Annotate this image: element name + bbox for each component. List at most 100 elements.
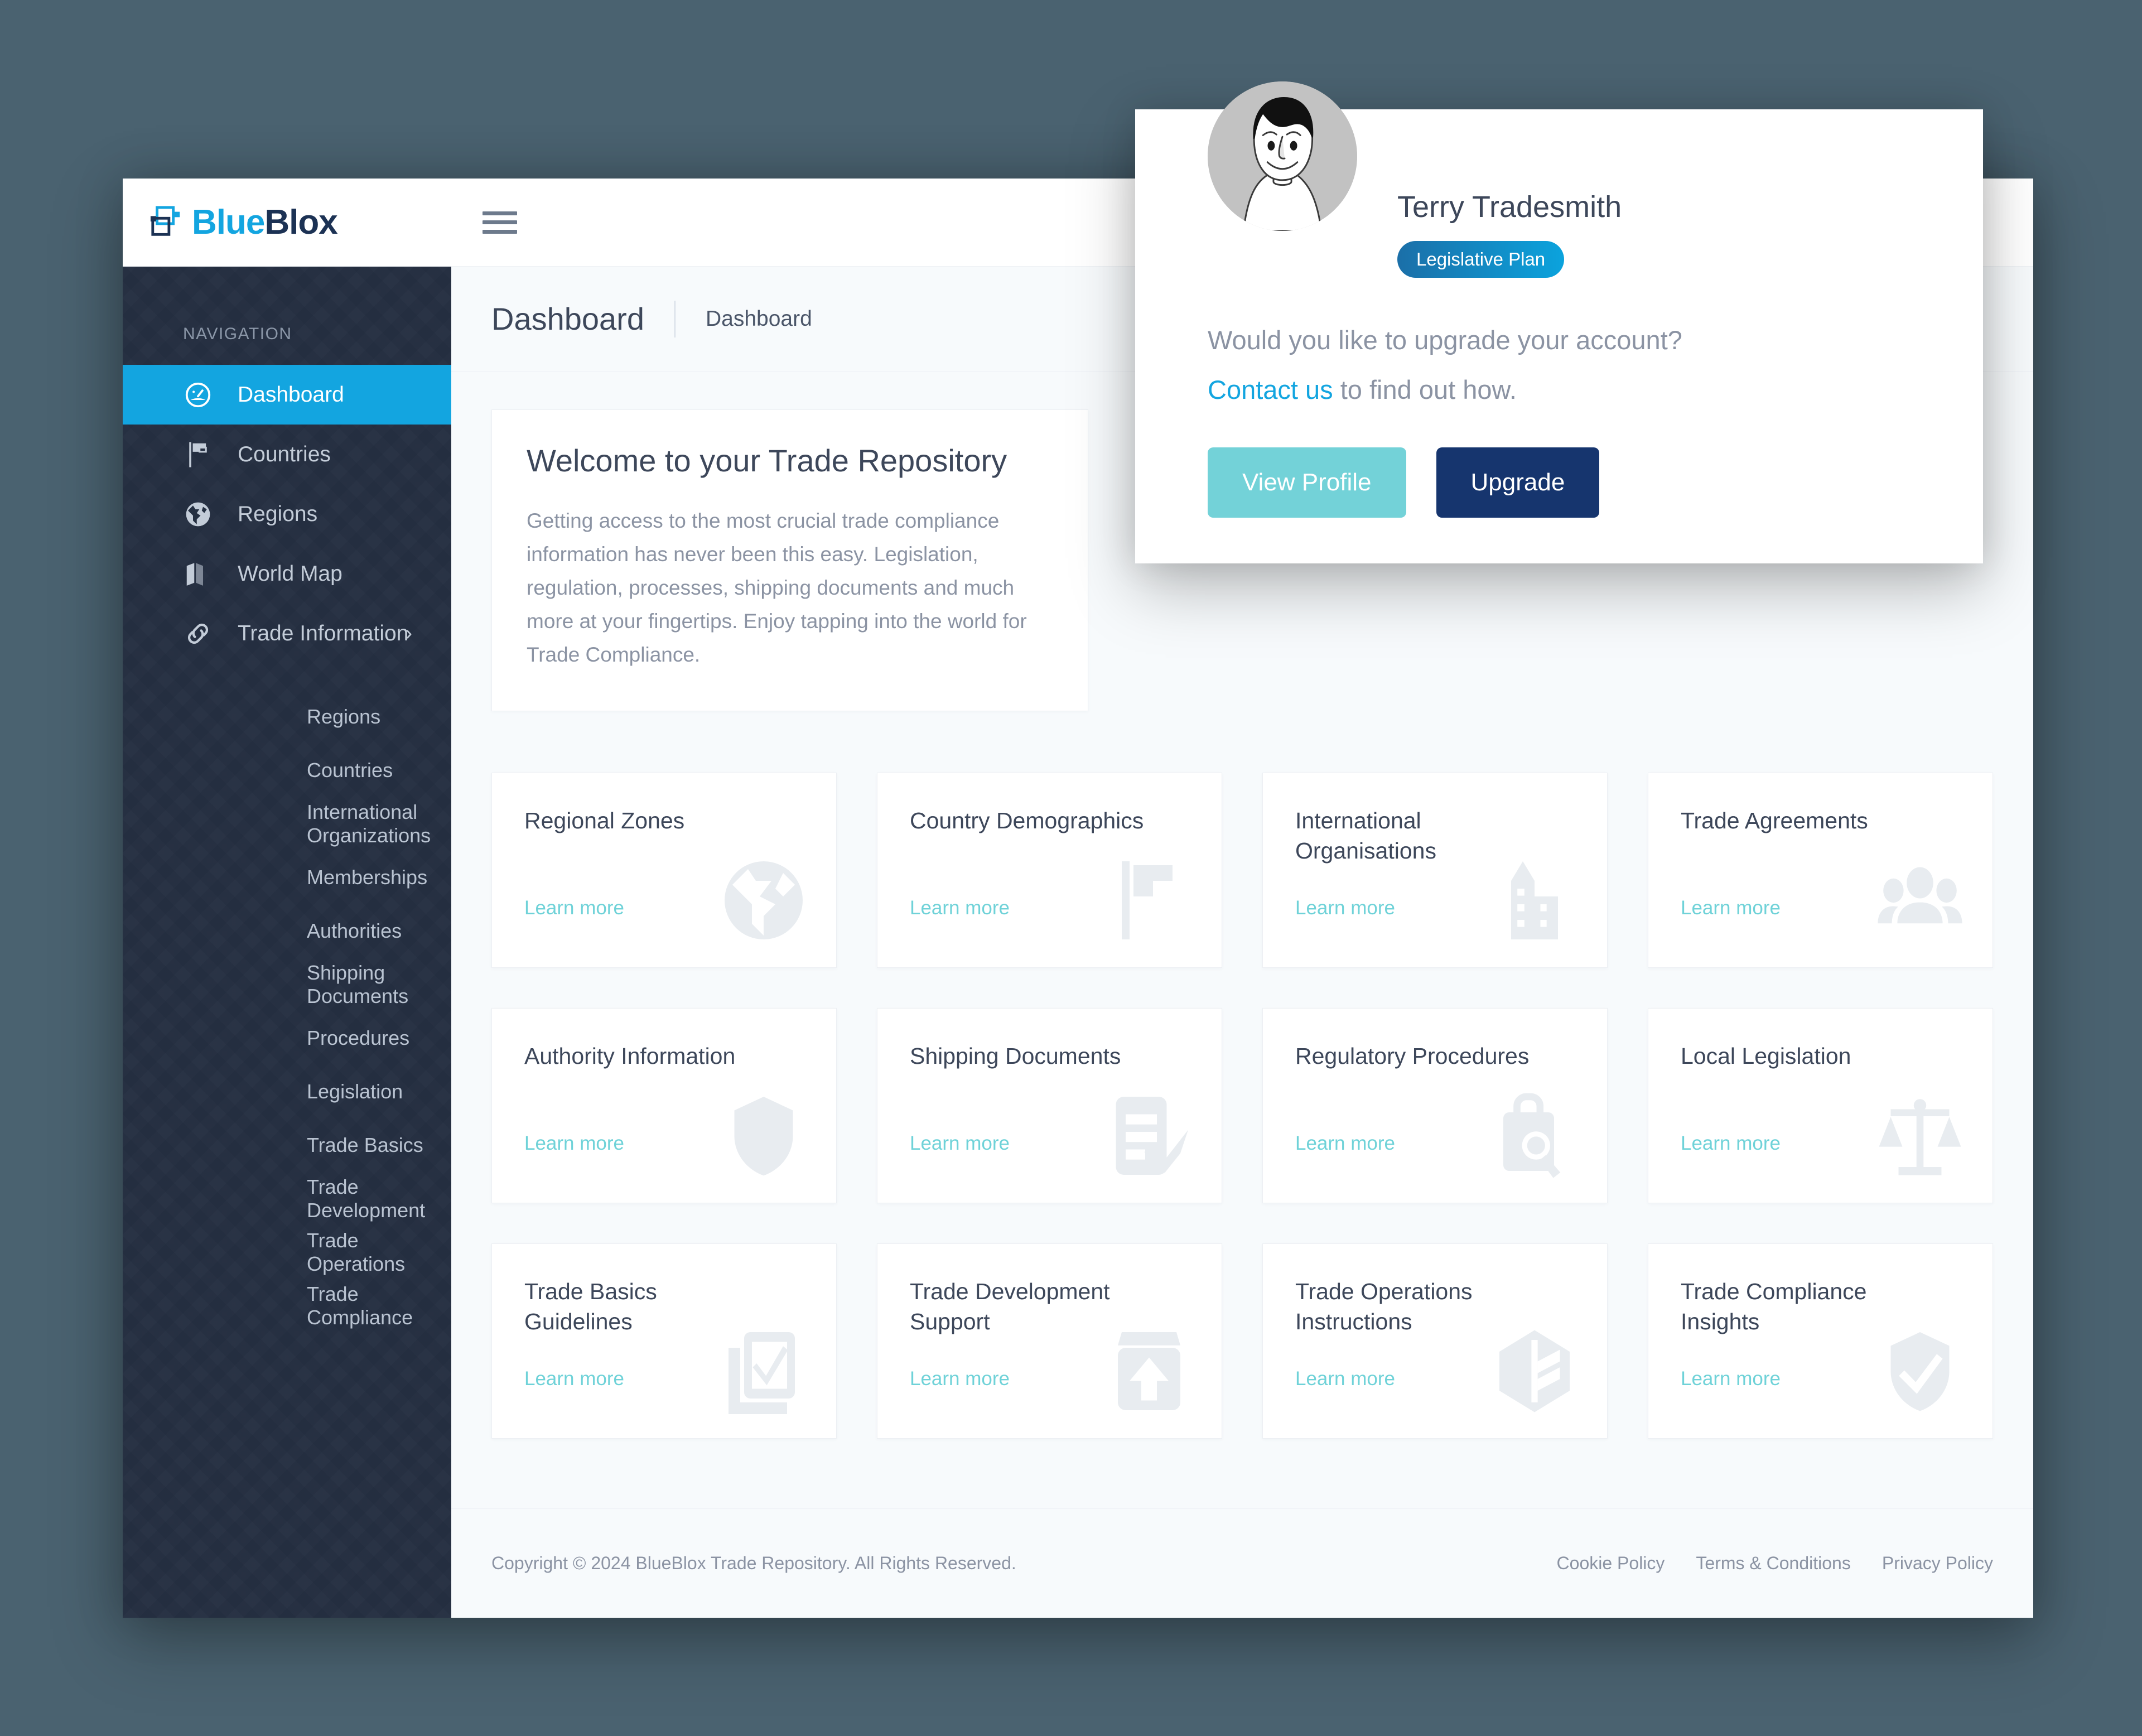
copyright-text: Copyright © 2024 BlueBlox Trade Reposito… [491,1553,1016,1573]
sidebar-item-label: Regions [238,501,318,526]
welcome-card: Welcome to your Trade Repository Getting… [491,409,1088,711]
popup-user-info: Terry Tradesmith Legislative Plan [1397,142,1622,278]
footer-link-terms-conditions[interactable]: Terms & Conditions [1696,1553,1850,1574]
learn-more-link[interactable]: Learn more [1681,1132,1781,1155]
view-profile-button[interactable]: View Profile [1208,447,1406,518]
sidebar-subitem-trade-compliance[interactable]: Trade Compliance [123,1279,451,1333]
card-regional-zones[interactable]: Regional Zones Learn more [491,772,837,968]
profile-popup: Terry Tradesmith Legislative Plan Would … [1135,81,1983,563]
sidebar-subitem-legislation[interactable]: Legislation [123,1065,451,1118]
learn-more-link[interactable]: Learn more [1681,897,1781,919]
contact-us-link[interactable]: Contact us [1208,375,1333,404]
hamburger-bar-3 [483,229,517,234]
card-title: Trade Development Support [910,1278,1110,1334]
card-trade-compliance-insights[interactable]: Trade Compliance Insights Learn more [1648,1243,1993,1439]
gauge-icon [183,380,213,410]
sidebar-subitem-international-organizations[interactable]: International Organizations [123,797,451,851]
card-trade-basics-guidelines[interactable]: Trade Basics Guidelines Learn more [491,1243,837,1439]
logo-text-blue: Blue [192,203,265,242]
chevron-right-icon: › [405,621,412,645]
plan-badge: Legislative Plan [1397,241,1565,278]
learn-more-link[interactable]: Learn more [910,1132,1010,1155]
footer: Copyright © 2024 BlueBlox Trade Reposito… [451,1508,2033,1618]
card-title: Trade Basics Guidelines [524,1278,657,1334]
contact-cta: Contact us to find out how. [1208,374,1911,405]
user-avatar-illustration-icon[interactable] [1208,81,1357,231]
learn-more-link[interactable]: Learn more [524,1368,624,1390]
sidebar-subitem-authorities[interactable]: Authorities [123,904,451,958]
building-icon [1488,853,1581,947]
page-title: Dashboard [491,301,644,336]
sidebar-item-label: Countries [238,442,331,466]
globe-icon [717,853,811,947]
welcome-title: Welcome to your Trade Repository [527,443,1007,478]
user-name: Terry Tradesmith [1397,190,1622,224]
popup-header: Terry Tradesmith Legislative Plan [1208,81,1911,278]
popup-actions: View Profile Upgrade [1208,447,1911,518]
learn-more-link[interactable]: Learn more [910,897,1010,919]
checkbox-card-icon [717,1324,811,1418]
learn-more-link[interactable]: Learn more [1295,1132,1395,1155]
sidebar-subitem-countries[interactable]: Countries [123,744,451,797]
sidebar-subitem-memberships[interactable]: Memberships [123,851,451,904]
brand-logo[interactable]: BlueBlox [123,179,451,266]
card-title: Trade Compliance Insights [1681,1278,1867,1334]
learn-more-link[interactable]: Learn more [1295,897,1395,919]
card-title: Country Demographics [910,807,1144,833]
learn-more-link[interactable]: Learn more [524,897,624,919]
learn-more-link[interactable]: Learn more [910,1368,1010,1390]
upgrade-button[interactable]: Upgrade [1436,447,1600,518]
sidebar-item-world-map[interactable]: World Map [123,544,451,604]
card-title: Regional Zones [524,807,685,833]
users-icon [1873,853,1967,947]
document-check-icon [1102,1089,1196,1183]
sidebar-item-trade-information[interactable]: Trade Information › [123,604,451,663]
card-regulatory-procedures[interactable]: Regulatory Procedures Learn more [1262,1007,1608,1203]
footer-link-privacy-policy[interactable]: Privacy Policy [1882,1553,1993,1574]
flag-icon [1102,853,1196,947]
sidebar-subitem-trade-operations[interactable]: Trade Operations [123,1226,451,1279]
card-trade-development-support[interactable]: Trade Development Support Learn more [877,1243,1222,1439]
breadcrumb: Dashboard [705,306,812,331]
card-title: Authority Information [524,1043,736,1069]
card-trade-agreements[interactable]: Trade Agreements Learn more [1648,772,1993,968]
sidebar-subitem-regions[interactable]: Regions [123,690,451,744]
footer-links: Cookie Policy Terms & Conditions Privacy… [1557,1553,1993,1574]
sidebar-item-dashboard[interactable]: Dashboard [123,365,451,425]
sidebar-subitem-trade-development[interactable]: Trade Development [123,1172,451,1226]
logo-text-dark: Blox [264,203,337,242]
hamburger-menu-icon[interactable] [483,208,517,237]
welcome-body: Getting access to the most crucial trade… [527,509,1027,666]
link-icon [183,619,213,649]
learn-more-link[interactable]: Learn more [524,1132,624,1155]
upload-box-icon [1102,1324,1196,1418]
sidebar-item-countries[interactable]: Countries [123,425,451,484]
sidebar-subitem-procedures[interactable]: Procedures [123,1011,451,1065]
sidebar-subitem-shipping-documents[interactable]: Shipping Documents [123,958,451,1011]
hamburger-bar-1 [483,211,517,215]
footer-link-cookie-policy[interactable]: Cookie Policy [1557,1553,1665,1574]
card-shipping-documents[interactable]: Shipping Documents Learn more [877,1007,1222,1203]
blueblox-logo-icon [149,205,184,240]
sidebar-item-label: World Map [238,561,342,586]
card-title: Trade Agreements [1681,807,1868,833]
card-title: International Organisations [1295,807,1436,864]
card-title: Regulatory Procedures [1295,1043,1530,1069]
cube-icon [1488,1324,1581,1418]
sidebar-subitem-trade-basics[interactable]: Trade Basics [123,1118,451,1172]
sidebar-item-regions[interactable]: Regions [123,484,451,544]
learn-more-link[interactable]: Learn more [1681,1368,1781,1390]
upgrade-question: Would you like to upgrade your account? [1208,325,1682,355]
card-local-legislation[interactable]: Local Legislation Learn more [1648,1007,1993,1203]
header-divider [674,300,676,337]
card-country-demographics[interactable]: Country Demographics Learn more [877,772,1222,968]
feature-cards-grid: Regional Zones Learn more Country Demogr… [491,772,1993,1439]
map-icon [183,559,213,589]
learn-more-link[interactable]: Learn more [1295,1368,1395,1390]
card-authority-information[interactable]: Authority Information Learn more [491,1007,837,1203]
card-international-organisations[interactable]: International Organisations Learn more [1262,772,1608,968]
shield-check-icon [1873,1324,1967,1418]
card-trade-operations-instructions[interactable]: Trade Operations Instructions Learn more [1262,1243,1608,1439]
card-title: Local Legislation [1681,1043,1851,1069]
briefcase-search-icon [1488,1089,1581,1183]
